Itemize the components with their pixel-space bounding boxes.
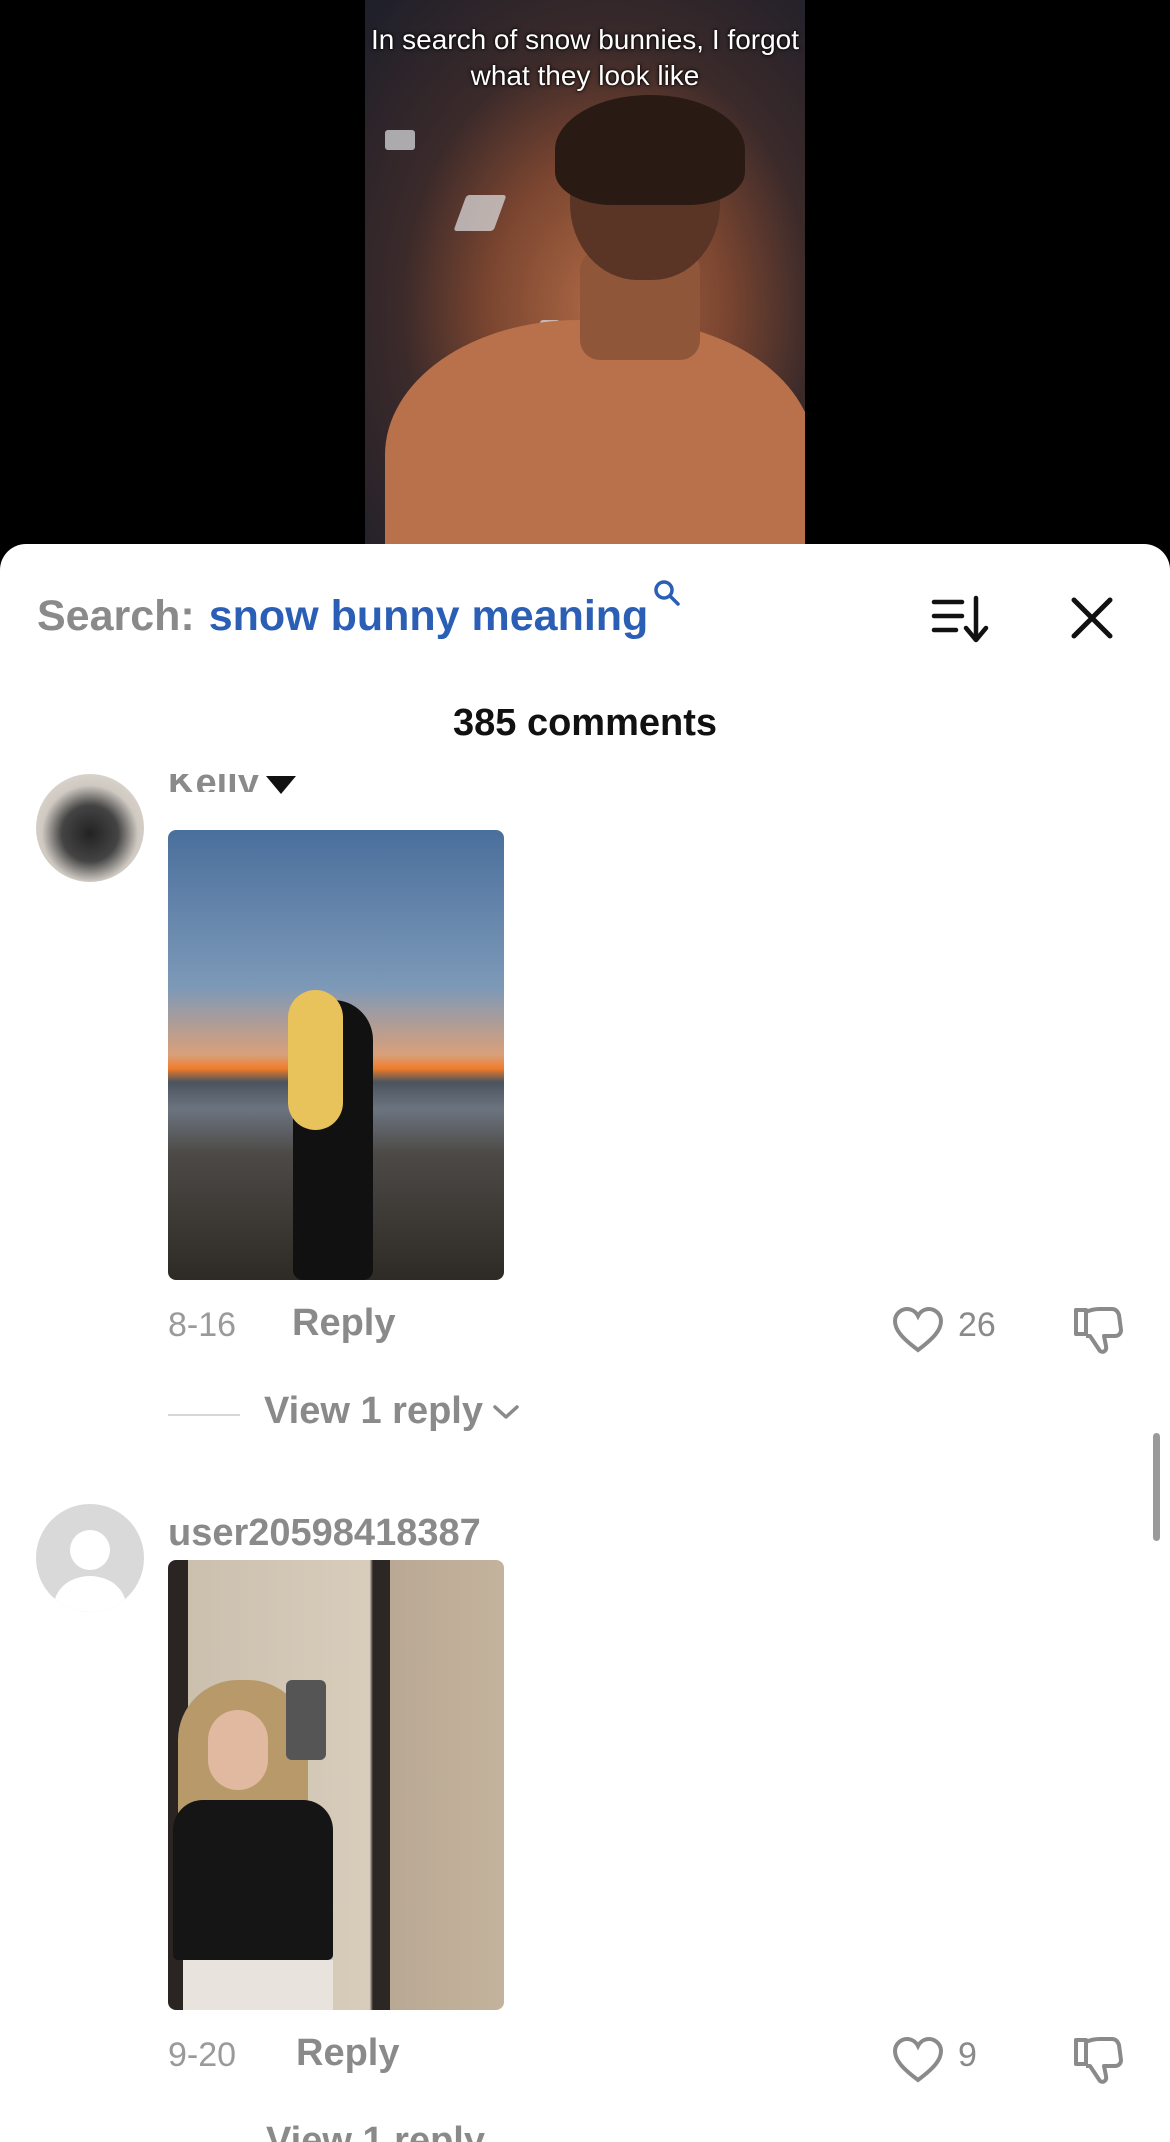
reply-button[interactable]: Reply [292, 1302, 395, 1345]
divider [168, 1414, 240, 1416]
comments-sheet: Search: snow bunny meaning 385 comments … [0, 544, 1170, 2142]
thumbs-down-icon[interactable] [1072, 1304, 1124, 1356]
video-player[interactable]: In search of snow bunnies, I forgot what… [0, 0, 1170, 560]
heart-icon[interactable] [892, 1306, 944, 1354]
avatar[interactable] [36, 774, 144, 882]
search-label: Search: [37, 591, 195, 640]
close-icon[interactable] [1066, 592, 1118, 644]
avatar[interactable] [36, 1504, 144, 1612]
comment-count: 385 comments [452, 702, 717, 744]
comment-username[interactable]: user20598418387 [168, 1512, 481, 1555]
comment-image[interactable] [168, 830, 504, 1280]
comment-username[interactable]: Kelly [168, 774, 259, 792]
search-icon[interactable] [652, 578, 682, 608]
view-replies-button[interactable]: View 1 reply [266, 2120, 485, 2142]
like-count: 9 [958, 2036, 977, 2074]
view-replies-label: View 1 reply [264, 1390, 483, 1432]
reply-button[interactable]: Reply [296, 2032, 399, 2075]
view-replies-button[interactable]: View 1 reply [264, 1390, 521, 1433]
chevron-down-icon [493, 1404, 519, 1419]
thumbs-down-icon[interactable] [1072, 2034, 1124, 2086]
comment-date: 9-20 [168, 2036, 237, 2074]
search-link[interactable]: Search: snow bunny meaning [37, 580, 682, 646]
creator-badge-icon [266, 776, 296, 794]
sort-icon[interactable] [930, 592, 990, 648]
video-caption: In search of snow bunnies, I forgot what… [370, 24, 800, 91]
scrollbar[interactable] [1153, 1433, 1160, 1541]
like-count: 26 [958, 1306, 996, 1344]
heart-icon[interactable] [892, 2036, 944, 2084]
comment-date: 8-16 [168, 1306, 237, 1344]
comment-list: Kelly 8-16 Reply 26 View 1 reply user205… [0, 774, 1170, 2142]
search-term[interactable]: snow bunny meaning [209, 592, 649, 641]
view-replies-label: View 1 reply [266, 2120, 485, 2142]
default-avatar-icon [70, 1530, 110, 1570]
comment-image[interactable] [168, 1560, 504, 2010]
